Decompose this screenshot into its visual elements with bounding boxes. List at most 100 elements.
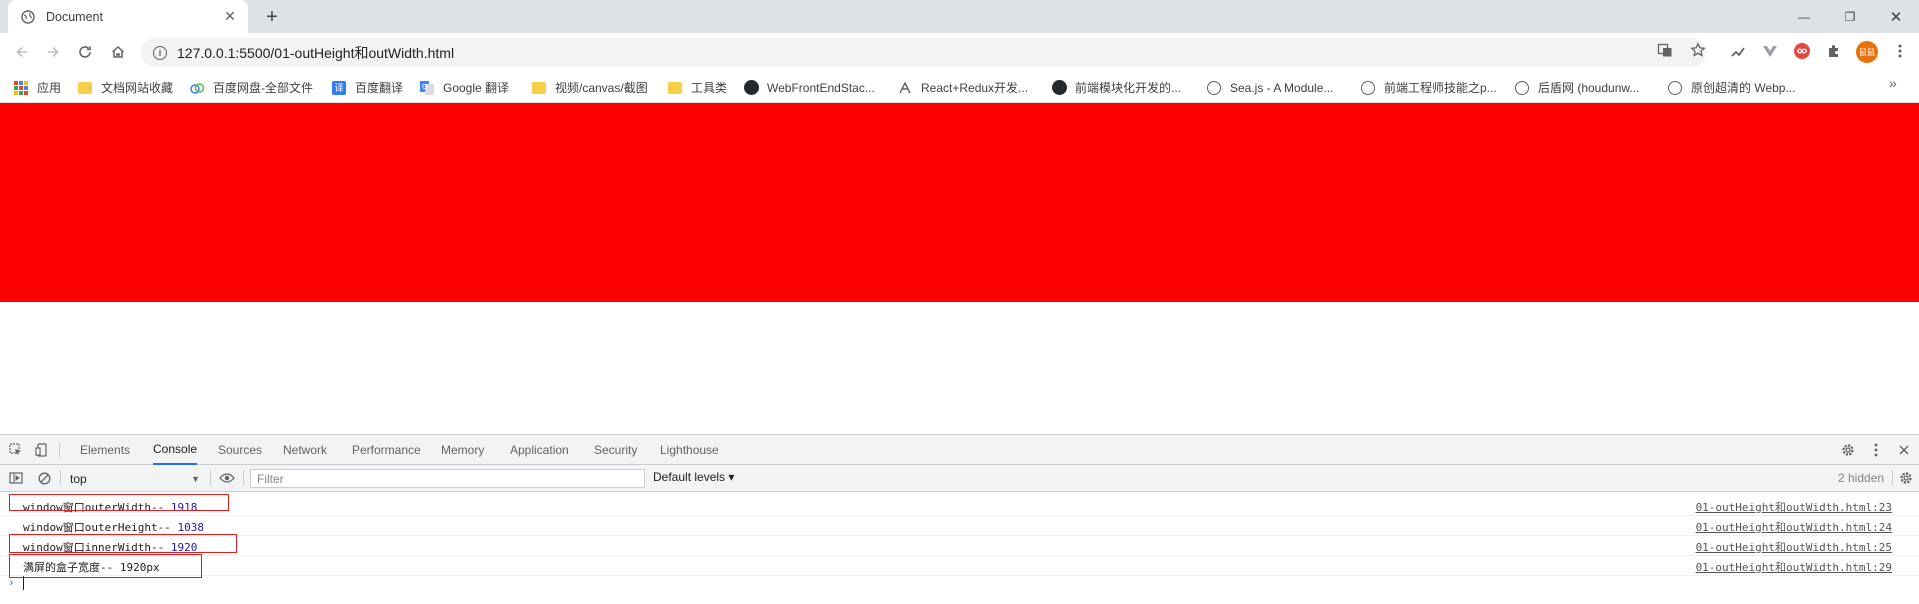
bookmark-item[interactable]: 文档网站收藏 — [77, 79, 173, 96]
devtools-panel: Elements Console Sources Network Perform… — [0, 434, 1919, 603]
page-viewport — [0, 103, 1919, 434]
vue-devtools-icon[interactable] — [1760, 41, 1780, 61]
back-button[interactable] — [10, 40, 34, 64]
new-tab-button[interactable]: + — [260, 5, 284, 29]
bookmark-label: 原创超清的 Webp... — [1691, 81, 1796, 95]
bookmark-apps[interactable]: 应用 — [13, 79, 61, 96]
log-message: window窗口outerHeight-- 1038 — [23, 521, 204, 534]
bookmarks-overflow-button[interactable]: » — [1889, 75, 1897, 91]
bookmark-label: Google 翻译 — [443, 81, 510, 95]
close-tab-icon[interactable]: ✕ — [222, 8, 238, 25]
forward-button[interactable] — [41, 40, 65, 64]
console-log-row: window窗口outerWidth-- 1918 01-outHeight和o… — [0, 496, 1919, 516]
bookmark-item[interactable]: 百度网盘-全部文件 — [189, 79, 313, 96]
log-source-link[interactable]: 01-outHeight和outWidth.html:23 — [1696, 499, 1892, 515]
bookmark-label: 工具类 — [691, 81, 728, 95]
bookmark-item[interactable]: 前端工程师技能之p... — [1360, 79, 1497, 96]
svg-text:G: G — [422, 83, 427, 91]
show-sidebar-icon[interactable] — [8, 470, 24, 486]
tab-memory[interactable]: Memory — [441, 435, 484, 465]
baidu-translate-icon: 译 — [331, 80, 347, 96]
highlight-box — [9, 494, 229, 511]
baidu-cloud-icon — [189, 80, 205, 96]
globe-icon — [1514, 80, 1530, 96]
bookmark-item[interactable]: 视频/canvas/截图 — [531, 79, 648, 96]
bookmark-label: Sea.js - A Module... — [1230, 80, 1334, 95]
home-button[interactable] — [106, 40, 130, 64]
bookmark-item[interactable]: 前端模块化开发的... — [1051, 79, 1181, 96]
console-output: window窗口outerWidth-- 1918 01-outHeight和o… — [0, 492, 1919, 604]
minimize-button[interactable]: — — [1781, 0, 1827, 33]
live-expression-eye-icon[interactable] — [219, 470, 235, 486]
bookmark-item[interactable]: 后盾网 (houdunw... — [1514, 79, 1639, 96]
tab-performance[interactable]: Performance — [352, 435, 421, 465]
globe-icon — [1206, 80, 1222, 96]
github-icon — [743, 80, 759, 96]
browser-tab[interactable]: Document ✕ — [8, 0, 248, 33]
bookmark-label: 前端模块化开发的... — [1075, 81, 1182, 95]
site-info-icon[interactable]: i — [153, 45, 167, 60]
restore-button[interactable]: ❐ — [1827, 0, 1873, 33]
tab-network[interactable]: Network — [283, 435, 327, 465]
tab-elements[interactable]: Elements — [80, 435, 130, 465]
bookmark-item[interactable]: 工具类 — [667, 79, 727, 96]
console-prompt-icon: › — [8, 576, 15, 589]
highlight-box — [9, 534, 237, 553]
bookmark-label: 应用 — [37, 81, 62, 95]
tab-title: Document — [46, 9, 103, 24]
bookmark-item[interactable]: 原创超清的 Webp... — [1667, 79, 1795, 96]
log-levels-dropdown[interactable]: Default levels ▾ — [653, 470, 734, 484]
folder-icon — [531, 80, 547, 96]
fullscreen-red-box — [0, 103, 1919, 302]
tab-application[interactable]: Application — [510, 435, 569, 465]
bookmark-label: 前端工程师技能之p... — [1384, 81, 1497, 95]
context-selector[interactable]: top ▼ — [70, 470, 200, 487]
console-settings-gear-icon[interactable] — [1898, 470, 1914, 486]
profile-avatar[interactable]: 鼠鼠 — [1856, 41, 1878, 63]
extensions-puzzle-icon[interactable] — [1824, 41, 1844, 61]
infinity-extension-icon[interactable] — [1792, 41, 1812, 61]
device-toolbar-icon[interactable] — [34, 442, 50, 458]
devtools-menu-icon[interactable] — [1868, 442, 1884, 458]
bookmarks-bar: 应用 文档网站收藏 百度网盘-全部文件 译 百度翻译 G Google 翻译 视… — [0, 71, 1919, 103]
bookmark-item[interactable]: Sea.js - A Module... — [1206, 79, 1333, 96]
tab-console[interactable]: Console — [153, 435, 198, 465]
menu-kebab-icon[interactable] — [1890, 41, 1910, 61]
browser-toolbar: i 127.0.0.1:5500/01-outHeight和outWidth.h… — [0, 33, 1919, 71]
log-source-link[interactable]: 01-outHeight和outWidth.html:29 — [1696, 559, 1892, 575]
address-bar[interactable]: i 127.0.0.1:5500/01-outHeight和outWidth.h… — [141, 38, 1706, 67]
folder-icon — [77, 80, 93, 96]
dropdown-arrow-icon: ▼ — [191, 473, 200, 484]
bookmark-label: 文档网站收藏 — [101, 81, 174, 95]
close-devtools-icon[interactable] — [1896, 442, 1912, 458]
tab-security[interactable]: Security — [594, 435, 637, 465]
reload-button[interactable] — [73, 40, 97, 64]
console-filter-input[interactable]: Filter — [250, 469, 645, 488]
url-text[interactable]: 127.0.0.1:5500/01-outHeight和outWidth.htm… — [177, 43, 454, 63]
bookmark-label: 视频/canvas/截图 — [555, 81, 648, 95]
tab-lighthouse[interactable]: Lighthouse — [660, 435, 719, 465]
translate-icon[interactable] — [1655, 40, 1675, 60]
globe-icon — [1667, 80, 1683, 96]
clear-console-icon[interactable] — [36, 470, 52, 486]
console-input[interactable] — [23, 576, 24, 590]
bookmark-label: 后盾网 (houdunw... — [1538, 81, 1640, 95]
globe-icon — [1360, 80, 1376, 96]
bookmark-label: 百度网盘-全部文件 — [213, 81, 313, 95]
tab-strip: Document ✕ + — ❐ ✕ — [0, 0, 1919, 33]
bookmark-item[interactable]: G Google 翻译 — [419, 79, 509, 96]
tab-sources[interactable]: Sources — [218, 435, 262, 465]
highlight-box — [9, 554, 202, 578]
extension-icon[interactable] — [1728, 41, 1748, 61]
log-source-link[interactable]: 01-outHeight和outWidth.html:24 — [1696, 519, 1892, 535]
context-value: top — [70, 471, 87, 486]
log-source-link[interactable]: 01-outHeight和outWidth.html:25 — [1696, 539, 1892, 555]
settings-gear-icon[interactable] — [1840, 442, 1856, 458]
bookmark-label: React+Redux开发... — [921, 81, 1029, 95]
bookmark-item[interactable]: React+Redux开发... — [897, 79, 1028, 96]
close-window-button[interactable]: ✕ — [1873, 0, 1919, 33]
inspect-element-icon[interactable] — [8, 442, 24, 458]
bookmark-item[interactable]: WebFrontEndStac... — [743, 79, 875, 96]
bookmark-item[interactable]: 译 百度翻译 — [331, 79, 403, 96]
bookmark-star-icon[interactable] — [1688, 40, 1708, 60]
